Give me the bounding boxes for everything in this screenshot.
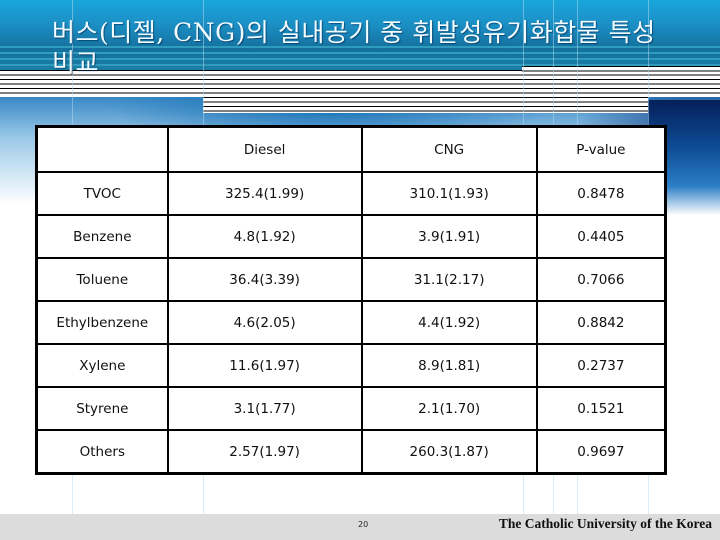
table-row: Toluene 36.4(3.39) 31.1(2.17) 0.7066 xyxy=(35,257,667,302)
cell-diesel: 2.57(1.97) xyxy=(166,429,363,475)
cell-compound: Xylene xyxy=(35,343,169,388)
organization-name: The Catholic University of the Korea xyxy=(498,516,712,531)
table-row: TVOC 325.4(1.99) 310.1(1.93) 0.8478 xyxy=(35,171,667,216)
table-header-row: Diesel CNG P-value xyxy=(35,125,667,173)
cell-p-value: 0.4405 xyxy=(535,214,667,259)
page-number: 20 xyxy=(358,520,369,529)
header-cell-compound xyxy=(35,125,169,173)
table-row: Ethylbenzene 4.6(2.05) 4.4(1.92) 0.8842 xyxy=(35,300,667,345)
table-row: Xylene 11.6(1.97) 8.9(1.81) 0.2737 xyxy=(35,343,667,388)
cell-diesel: 325.4(1.99) xyxy=(166,171,363,216)
slide-title: 버스(디젤, CNG)의 실내공기 중 휘발성유기화합물 특성 비교 xyxy=(52,18,656,77)
cell-compound: Styrene xyxy=(35,386,169,431)
header-cell-p-value: P-value xyxy=(535,125,667,173)
cell-p-value: 0.7066 xyxy=(535,257,667,302)
cell-compound: Benzene xyxy=(35,214,169,259)
cell-compound: Ethylbenzene xyxy=(35,300,169,345)
cell-diesel: 36.4(3.39) xyxy=(166,257,363,302)
table-row: Benzene 4.8(1.92) 3.9(1.91) 0.4405 xyxy=(35,214,667,259)
cell-diesel: 4.8(1.92) xyxy=(166,214,363,259)
cell-cng: 31.1(2.17) xyxy=(360,257,538,302)
cell-p-value: 0.9697 xyxy=(535,429,667,475)
table-row: Styrene 3.1(1.77) 2.1(1.70) 0.1521 xyxy=(35,386,667,431)
cell-p-value: 0.8842 xyxy=(535,300,667,345)
cell-p-value: 0.8478 xyxy=(535,171,667,216)
cell-p-value: 0.1521 xyxy=(535,386,667,431)
voc-comparison-table: Diesel CNG P-value TVOC 325.4(1.99) 310.… xyxy=(35,125,667,475)
cell-cng: 3.9(1.91) xyxy=(360,214,538,259)
cell-diesel: 3.1(1.77) xyxy=(166,386,363,431)
table-row: Others 2.57(1.97) 260.3(1.87) 0.9697 xyxy=(35,429,667,475)
cell-compound: Others xyxy=(35,429,169,475)
cell-cng: 4.4(1.92) xyxy=(360,300,538,345)
cell-cng: 310.1(1.93) xyxy=(360,171,538,216)
cell-cng: 8.9(1.81) xyxy=(360,343,538,388)
header-cell-cng: CNG xyxy=(360,125,538,173)
cell-diesel: 11.6(1.97) xyxy=(166,343,363,388)
cell-cng: 2.1(1.70) xyxy=(360,386,538,431)
cell-diesel: 4.6(2.05) xyxy=(166,300,363,345)
cell-p-value: 0.2737 xyxy=(535,343,667,388)
cell-compound: Toluene xyxy=(35,257,169,302)
cell-cng: 260.3(1.87) xyxy=(360,429,538,475)
decorative-lines xyxy=(203,97,648,113)
cell-compound: TVOC xyxy=(35,171,169,216)
header-cell-diesel: Diesel xyxy=(166,125,363,173)
